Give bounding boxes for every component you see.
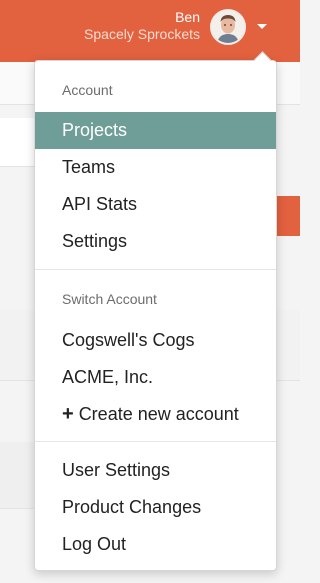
section-heading-account: Account [62, 82, 113, 98]
menu-divider [35, 269, 276, 270]
account-dropdown-menu: Account Projects Teams API Stats Setting… [34, 51, 277, 571]
section-heading-switch-account: Switch Account [62, 291, 157, 307]
menu-item-log-out[interactable]: Log Out [35, 526, 276, 563]
menu-divider [35, 441, 276, 442]
avatar[interactable] [210, 9, 246, 45]
user-name: Ben [175, 9, 200, 25]
background-row [0, 310, 36, 381]
top-bar: Ben Spacely Sprockets [0, 0, 300, 62]
menu-item-settings[interactable]: Settings [35, 223, 276, 260]
background-row [0, 62, 36, 105]
plus-icon: + [62, 403, 74, 425]
chevron-down-icon[interactable] [257, 24, 267, 29]
menu-item-api-stats[interactable]: API Stats [35, 186, 276, 223]
menu-item-create-account[interactable]: + Create new account [35, 396, 276, 433]
organization-name: Spacely Sprockets [84, 26, 200, 42]
background-row [0, 442, 36, 509]
menu-item-teams[interactable]: Teams [35, 149, 276, 186]
menu-item-product-changes[interactable]: Product Changes [35, 489, 276, 526]
account-switcher[interactable]: Ben Spacely Sprockets [84, 9, 200, 43]
background-row [277, 62, 300, 105]
background-row [0, 118, 36, 167]
background-accent [277, 196, 300, 236]
menu-item-cogswells-cogs[interactable]: Cogswell's Cogs [35, 322, 276, 359]
menu-item-acme-inc[interactable]: ACME, Inc. [35, 359, 276, 396]
menu-item-user-settings[interactable]: User Settings [35, 452, 276, 489]
user-photo-icon [212, 11, 244, 43]
background-row [277, 310, 300, 381]
create-account-label: Create new account [78, 404, 239, 424]
menu-item-projects[interactable]: Projects [35, 112, 276, 149]
